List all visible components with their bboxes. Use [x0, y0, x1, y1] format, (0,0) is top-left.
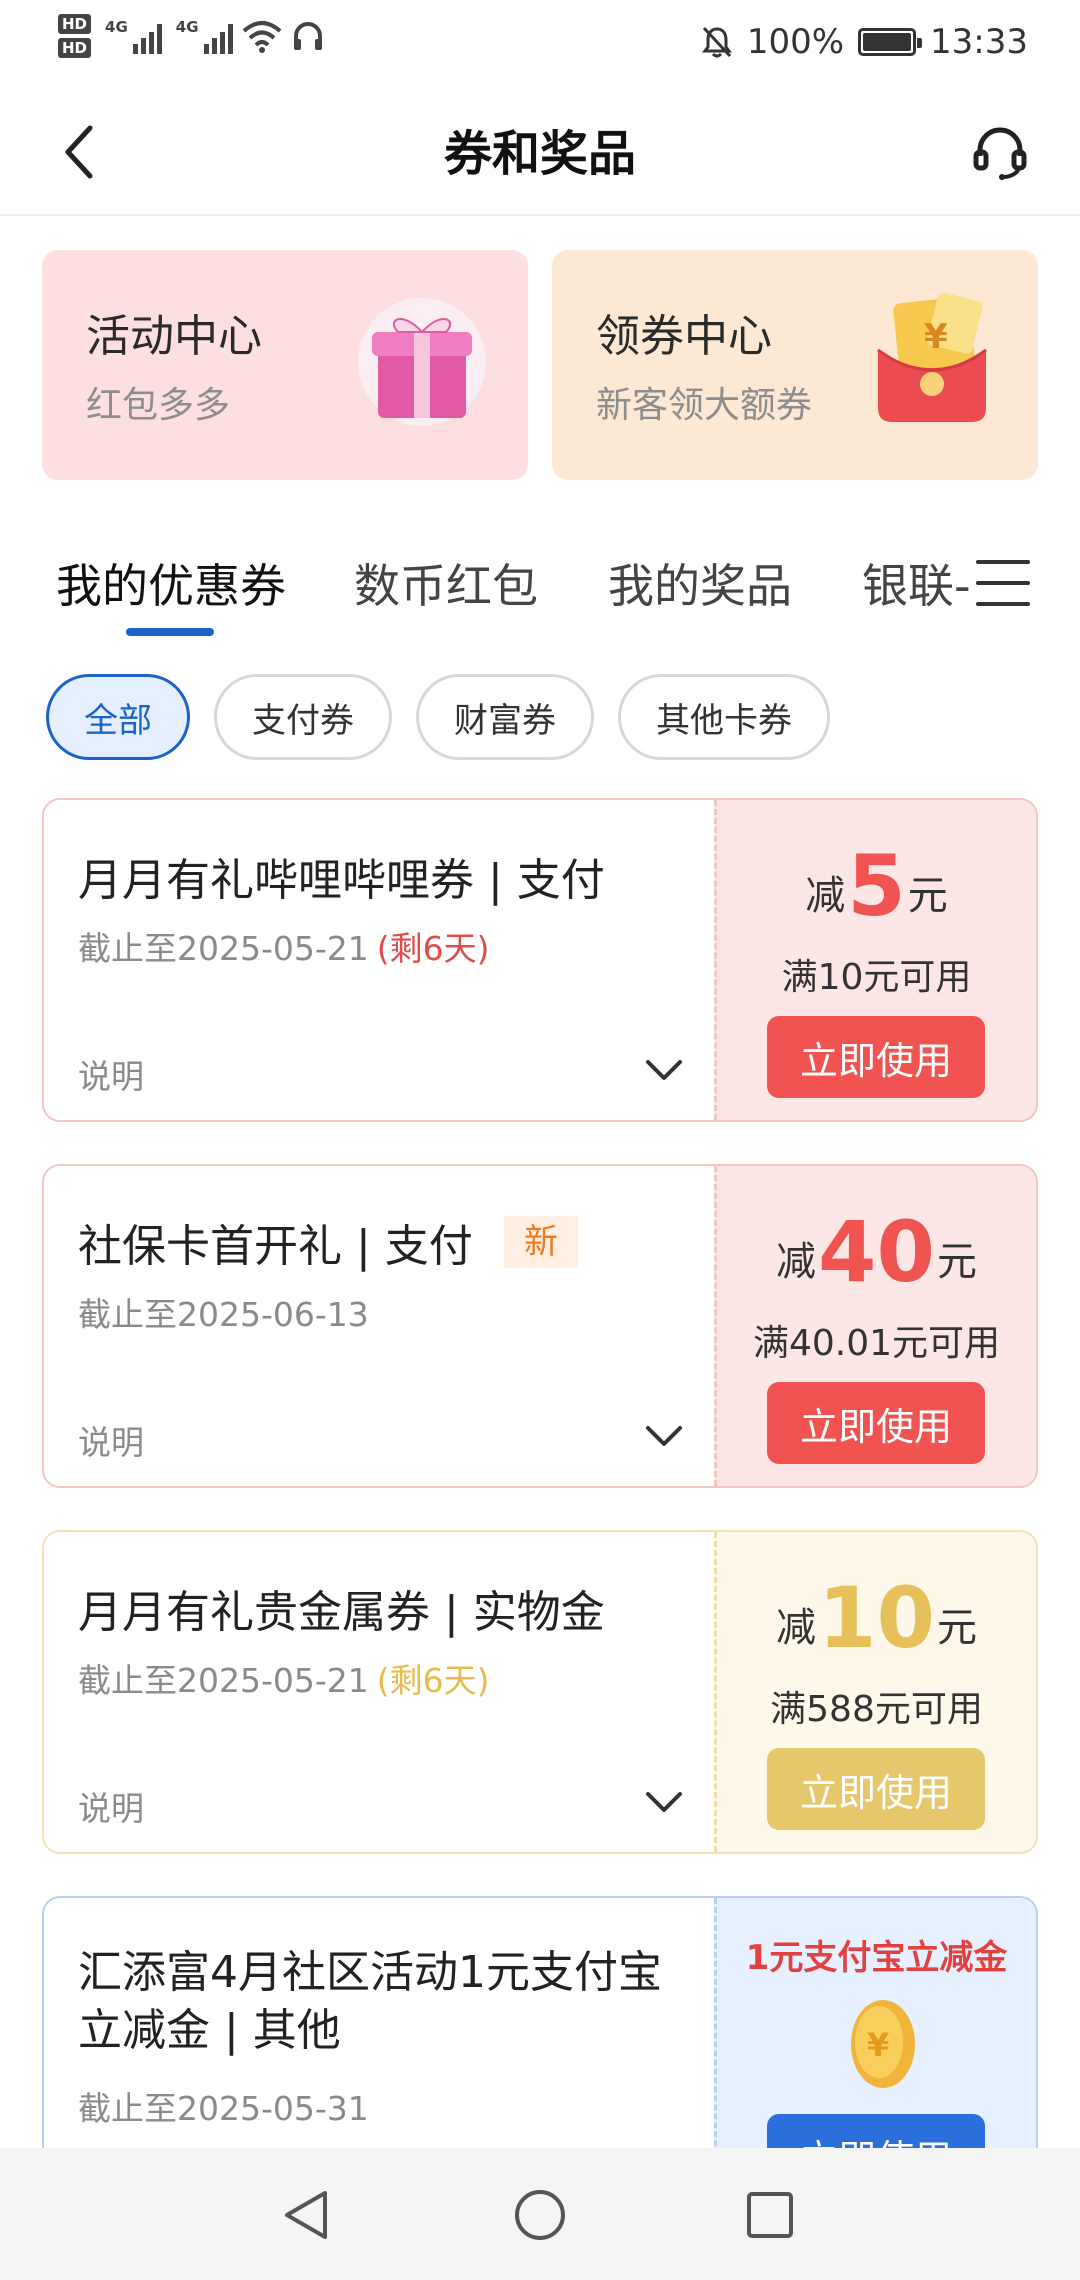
signal-icon-1: 4G — [105, 18, 162, 54]
amount-value: 5 — [847, 837, 906, 935]
use-now-button[interactable]: 立即使用 — [767, 1748, 985, 1830]
coupon-tabs: 我的优惠券 数币红包 我的奖品 银联- — [0, 550, 1080, 640]
new-badge: 新 — [504, 1216, 578, 1268]
coupon-title: 月月有礼哔哩哔哩券 | 支付 — [78, 855, 605, 906]
circle-home-icon — [515, 2190, 565, 2240]
hd-indicators: HD HD — [58, 14, 92, 58]
mute-bell-icon — [701, 26, 732, 58]
coupon-condition: 满10元可用 — [781, 957, 972, 998]
coupon-card[interactable]: 月月有礼哔哩哔哩券 | 支付 截止至2025-05-21 (剩6天) 说明 减5元… — [42, 798, 1038, 1122]
filter-chip-wealth[interactable]: 财富券 — [416, 674, 594, 760]
filter-chip-all[interactable]: 全部 — [46, 674, 190, 760]
chevron-down-icon[interactable] — [644, 1786, 684, 1816]
coupon-info: 月月有礼哔哩哔哩券 | 支付 截止至2025-05-21 (剩6天) 说明 — [44, 800, 714, 1120]
coupon-description-link[interactable]: 说明 — [78, 1050, 144, 1098]
coupon-description-link[interactable]: 说明 — [78, 1782, 144, 1830]
coupon-title: 月月有礼贵金属券 | 实物金 — [78, 1587, 605, 1638]
activity-center-card[interactable]: 活动中心 红包多多 — [42, 250, 528, 480]
amount-prefix: 减 — [776, 1239, 817, 1285]
use-now-button[interactable]: 立即使用 — [767, 1016, 985, 1098]
filter-chip-payment[interactable]: 支付券 — [214, 674, 392, 760]
page-title: 券和奖品 — [443, 126, 636, 182]
gold-coin-icon: ¥ — [851, 2000, 915, 2088]
amount-prefix: 减 — [805, 873, 846, 919]
coupon-remaining: (剩6天) — [376, 1661, 490, 1700]
coupon-value-panel: 减40元 满40.01元可用 立即使用 — [714, 1166, 1036, 1486]
coupon-info: 月月有礼贵金属券 | 实物金 截止至2025-05-21 (剩6天) 说明 — [44, 1532, 714, 1852]
svg-text:¥: ¥ — [924, 317, 948, 357]
gift-box-icon — [358, 298, 486, 426]
amount-prefix: 减 — [776, 1605, 817, 1651]
coupon-expiry-date: 截止至2025-05-31 — [78, 2089, 369, 2128]
network-type-2: 4G — [175, 18, 199, 36]
coupon-expiry: 截止至2025-06-13 — [78, 1288, 369, 1336]
customer-service-button[interactable] — [968, 120, 1032, 184]
signal-icon-2: 4G — [176, 18, 233, 54]
coupon-condition: 满588元可用 — [770, 1689, 983, 1730]
triangle-back-icon — [285, 2191, 327, 2239]
coupon-expiry: 截止至2025-05-21 (剩6天) — [78, 1654, 490, 1702]
coupon-amount: 减40元 — [717, 1210, 1036, 1294]
hd-badge-2: HD — [58, 38, 92, 58]
top-app-bar: 券和奖品 — [0, 92, 1080, 216]
status-bar: HD HD 4G 4G 100% 13:33 — [0, 0, 1080, 92]
amount-unit: 元 — [907, 873, 948, 919]
filter-chips: 全部 支付券 财富券 其他卡券 — [46, 674, 830, 760]
coupon-amount: 减5元 — [717, 844, 1036, 928]
coupon-expiry-date: 截止至2025-05-21 — [78, 1661, 369, 1700]
tab-my-prizes[interactable]: 我的奖品 — [608, 550, 792, 616]
tab-unionpay[interactable]: 银联- — [862, 550, 971, 616]
red-envelope-icon: ¥ — [877, 292, 987, 422]
coupon-card[interactable]: 月月有礼贵金属券 | 实物金 截止至2025-05-21 (剩6天) 说明 减10… — [42, 1530, 1038, 1854]
nav-back-button[interactable] — [272, 2180, 342, 2250]
amount-value: 10 — [818, 1569, 935, 1667]
coupon-promo-label: 1元支付宝立减金 — [745, 1938, 1008, 1978]
coupon-center-card[interactable]: 领券中心 新客领大额券 ¥ — [552, 250, 1038, 480]
amount-unit: 元 — [936, 1605, 977, 1651]
wifi-icon — [242, 21, 281, 53]
chevron-left-icon — [65, 125, 93, 179]
battery-percent: 100% — [746, 22, 845, 62]
coupon-expiry-date: 截止至2025-06-13 — [78, 1295, 369, 1334]
use-now-button[interactable]: 立即使用 — [767, 1382, 985, 1464]
status-right: 100% 13:33 — [701, 22, 1028, 62]
coupon-expiry: 截止至2025-05-31 — [78, 2082, 369, 2130]
status-left: HD HD 4G 4G — [58, 14, 325, 58]
active-tab-indicator — [126, 628, 214, 636]
coupon-remaining: (剩6天) — [376, 929, 490, 968]
chevron-down-icon[interactable] — [644, 1420, 684, 1450]
network-type-1: 4G — [105, 18, 128, 36]
hd-badge-1: HD — [58, 14, 92, 34]
coupon-expiry-date: 截止至2025-05-21 — [78, 929, 369, 968]
system-navigation-bar — [0, 2148, 1080, 2280]
tab-digital-red-packets[interactable]: 数币红包 — [354, 550, 538, 616]
amount-value: 40 — [818, 1203, 935, 1301]
coupon-condition: 满40.01元可用 — [752, 1323, 1001, 1364]
headset-icon — [973, 127, 1027, 180]
amount-unit: 元 — [936, 1239, 977, 1285]
nav-home-button[interactable] — [505, 2180, 575, 2250]
coupon-info: 社保卡首开礼 | 支付 新 截止至2025-06-13 说明 — [44, 1166, 714, 1486]
coupon-amount: 减10元 — [717, 1576, 1036, 1660]
clock: 13:33 — [930, 22, 1028, 62]
filter-chip-other[interactable]: 其他卡券 — [618, 674, 830, 760]
coupon-card[interactable]: 社保卡首开礼 | 支付 新 截止至2025-06-13 说明 减40元 满40.… — [42, 1164, 1038, 1488]
battery-icon — [858, 28, 923, 56]
coupon-title: 汇添富4月社区活动1元支付宝立减金 | 其他 — [78, 1947, 662, 2056]
menu-icon[interactable] — [976, 556, 1030, 610]
back-button[interactable] — [48, 120, 112, 184]
headphone-status-icon — [293, 22, 322, 50]
coupon-description-link[interactable]: 说明 — [78, 1416, 144, 1464]
coupon-value-panel: 减10元 满588元可用 立即使用 — [714, 1532, 1036, 1852]
coupon-expiry: 截止至2025-05-21 (剩6天) — [78, 922, 490, 970]
svg-text:¥: ¥ — [867, 2026, 889, 2064]
nav-recents-button[interactable] — [735, 2180, 805, 2250]
square-recents-icon — [747, 2192, 793, 2238]
tab-my-coupons[interactable]: 我的优惠券 — [56, 550, 286, 616]
coupon-title: 社保卡首开礼 | 支付 — [78, 1221, 473, 1272]
chevron-down-icon[interactable] — [644, 1054, 684, 1084]
coupon-value-panel: 减5元 满10元可用 立即使用 — [714, 800, 1036, 1120]
